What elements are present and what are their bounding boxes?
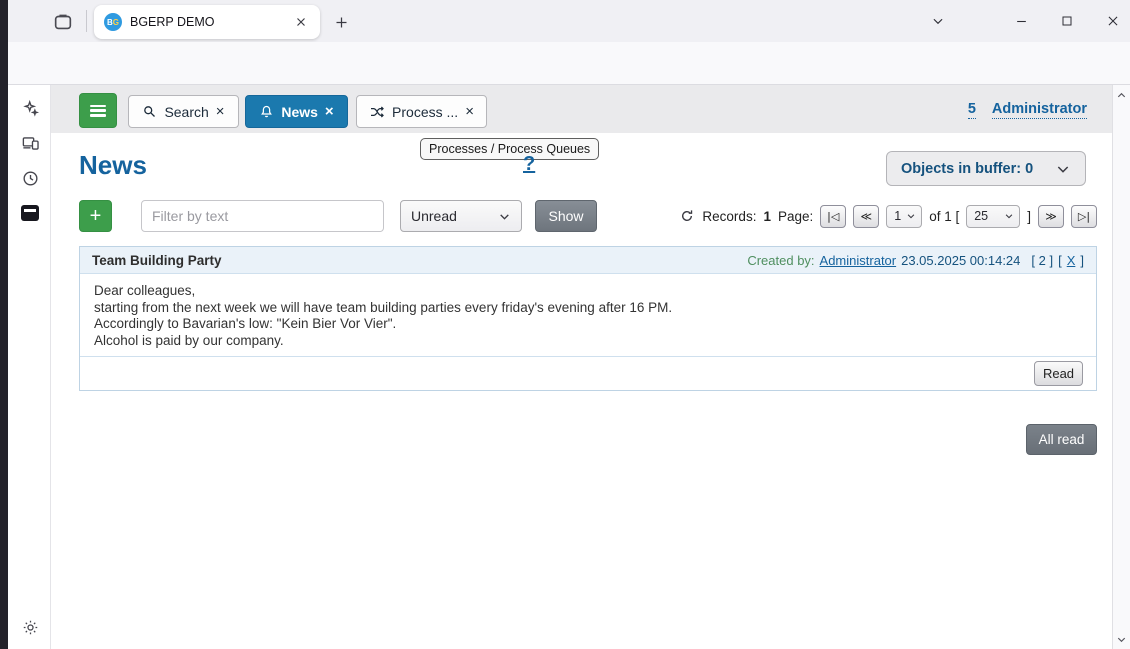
tab-label-process: Process ...: [392, 104, 458, 120]
page-number-value: 1: [894, 209, 901, 223]
close-bracket-end: ]: [1080, 253, 1084, 268]
tab-label-search: Search: [164, 104, 208, 120]
objects-in-buffer-dropdown[interactable]: Objects in buffer: 0: [886, 151, 1086, 186]
news-body: Dear colleagues, starting from the next …: [80, 274, 1096, 356]
news-body-line: Accordingly to Bavarian's low: "Kein Bie…: [94, 316, 1082, 333]
page-size-value: 25: [974, 209, 988, 223]
chevron-down-icon: [1004, 211, 1014, 221]
mode-value: Unread: [411, 208, 457, 224]
close-button[interactable]: [1096, 7, 1130, 35]
menu-bars-icon: [90, 105, 106, 117]
filter-input[interactable]: [141, 200, 384, 232]
next-page-button[interactable]: ≫: [1038, 205, 1064, 228]
read-button[interactable]: Read: [1034, 361, 1083, 386]
pagination-bar: Records: 1 Page: |◁ ≪ 1 of 1 [ 25 ] ≫ ▷|: [679, 202, 1097, 230]
user-id-link[interactable]: 5: [968, 101, 976, 119]
favicon-letter-g: G: [113, 18, 119, 27]
user-links: 5 Administrator: [968, 101, 1087, 119]
app-main-menu-button[interactable]: [79, 93, 117, 128]
ai-chat-icon[interactable]: [16, 93, 44, 121]
tab-close-icon[interactable]: ×: [465, 104, 474, 119]
all-read-button[interactable]: All read: [1026, 424, 1097, 455]
maximize-button[interactable]: [1050, 7, 1084, 35]
chevron-down-icon: [1055, 161, 1071, 177]
browser-window: BG BGERP DEMO: [0, 0, 1130, 649]
scroll-up-icon[interactable]: [1113, 87, 1130, 103]
page-title: News: [79, 150, 147, 181]
browser-tab-title: BGERP DEMO: [130, 15, 290, 29]
records-value: 1: [763, 209, 771, 224]
bell-icon: [259, 104, 274, 119]
add-news-button[interactable]: +: [79, 200, 112, 232]
buffer-label: Objects in buffer: 0: [901, 161, 1033, 177]
first-page-button[interactable]: |◁: [820, 205, 846, 228]
news-datetime: 23.05.2025 00:14:24: [901, 253, 1020, 268]
synced-tabs-icon[interactable]: [16, 129, 44, 157]
app-tab-search[interactable]: Search ×: [128, 95, 239, 128]
chevron-down-icon: [498, 210, 511, 223]
created-by-label: Created by:: [747, 253, 814, 268]
tab-label-news: News: [281, 104, 318, 120]
user-name-link[interactable]: Administrator: [992, 101, 1087, 119]
app-tab-process[interactable]: Process ... ×: [356, 95, 487, 128]
news-body-line: Alcohol is paid by our company.: [94, 333, 1082, 350]
history-clock-icon[interactable]: [16, 164, 44, 192]
tab-close-icon[interactable]: [290, 11, 312, 33]
tab-close-icon[interactable]: ×: [325, 104, 334, 119]
firefox-sidebar: [8, 85, 51, 649]
show-button[interactable]: Show: [535, 200, 597, 232]
news-meta: Created by: Administrator 23.05.2025 00:…: [747, 253, 1084, 268]
browser-tab[interactable]: BG BGERP DEMO: [94, 5, 320, 39]
news-body-line: Dear colleagues,: [94, 283, 1082, 300]
news-item: Team Building Party Created by: Administ…: [79, 246, 1097, 391]
window-edge: [0, 0, 8, 649]
last-page-button[interactable]: ▷|: [1071, 205, 1097, 228]
page-size-select[interactable]: 25: [966, 205, 1020, 228]
browser-toolbar: demo.bgerp.org/user/news S A uO: [8, 42, 1130, 85]
prev-page-button[interactable]: ≪: [853, 205, 879, 228]
news-item-footer: Read: [80, 356, 1096, 390]
page-label: Page:: [778, 209, 813, 224]
bracket-close: ]: [1027, 209, 1031, 224]
app-tab-news[interactable]: News ×: [245, 95, 348, 128]
app-tab-band: Search × News × Process ... × 5 Administ…: [51, 85, 1112, 133]
close-bracket-open: [: [1058, 253, 1062, 268]
search-icon: [142, 104, 157, 119]
chevron-down-icon: [906, 211, 916, 221]
plus-icon: +: [90, 205, 102, 228]
scroll-down-icon[interactable]: [1113, 631, 1130, 647]
minimize-button[interactable]: [1004, 7, 1038, 35]
news-count-badge[interactable]: [ 2 ]: [1031, 253, 1053, 268]
firefox-view-icon: [52, 11, 74, 33]
news-item-header: Team Building Party Created by: Administ…: [80, 247, 1096, 274]
new-tab-button[interactable]: [328, 9, 354, 35]
refresh-icon[interactable]: [679, 208, 695, 224]
news-title: Team Building Party: [92, 253, 222, 268]
tab-list-chevron-icon[interactable]: [921, 7, 955, 35]
tab-separator: [86, 10, 87, 32]
news-body-line: starting from the next week we will have…: [94, 300, 1082, 317]
browser-titlebar: BG BGERP DEMO: [8, 0, 1130, 42]
bgerp-app: Search × News × Process ... × 5 Administ…: [51, 85, 1112, 649]
tab-close-icon[interactable]: ×: [216, 104, 225, 119]
news-close-link[interactable]: X: [1067, 253, 1076, 268]
records-label: Records:: [702, 209, 756, 224]
process-tab-tooltip: Processes / Process Queues: [420, 138, 599, 160]
sidebar-settings-gear-icon[interactable]: [16, 613, 44, 641]
shuffle-icon: [369, 104, 385, 120]
page-number-select[interactable]: 1: [886, 205, 922, 228]
page-scrollbar[interactable]: [1112, 85, 1130, 649]
help-link[interactable]: ?: [523, 153, 535, 176]
of-total-label: of 1 [: [929, 209, 959, 224]
bookmarks-panel-icon[interactable]: [16, 199, 44, 227]
read-mode-select[interactable]: Unread: [400, 200, 522, 232]
firefox-view-button[interactable]: [48, 8, 78, 36]
site-favicon: BG: [104, 13, 122, 31]
author-link[interactable]: Administrator: [820, 253, 897, 268]
